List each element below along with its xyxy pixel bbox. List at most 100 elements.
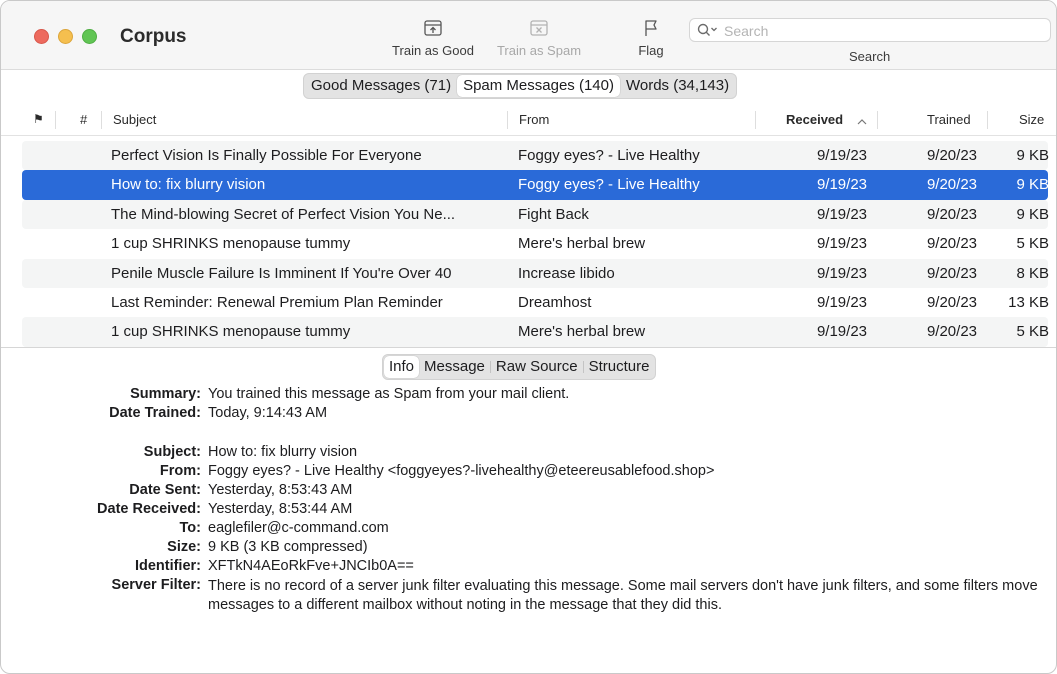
column-divider [101,111,102,129]
trained-column-header[interactable]: Trained [927,112,971,127]
date-trained-value: Today, 9:14:43 AM [208,405,328,421]
row-received: 9/19/23 [816,264,867,282]
row-size: 13 KB [1008,293,1049,311]
row-trained: 9/20/23 [926,235,977,253]
row-from: Dreamhost [518,293,592,311]
corpus-window: Corpus Train as Good Train as Spam Flag [0,0,1057,674]
row-trained: 9/20/23 [926,323,977,341]
minimize-window-button[interactable] [58,29,73,44]
table-row-selected[interactable]: How to: fix blurry vision Foggy eyes? - … [22,170,1049,200]
from-label: From: [159,463,201,479]
row-subject: Last Reminder: Renewal Premium Plan Remi… [111,293,443,311]
server-filter-label: Server Filter: [111,577,201,593]
train-as-good-button[interactable]: Train as Good [388,17,478,58]
date-received-value: Yesterday, 8:53:44 AM [208,501,353,517]
from-value: Foggy eyes? - Live Healthy <foggyeyes?-l… [208,463,715,479]
identifier-label: Identifier: [134,558,201,574]
summary-value: You trained this message as Spam from yo… [208,386,570,402]
message-list: Perfect Vision Is Finally Possible For E… [1,141,1056,347]
sort-ascending-icon [857,119,867,125]
size-value: 9 KB (3 KB compressed) [208,539,368,555]
column-divider [55,111,56,129]
row-trained: 9/20/23 [926,264,977,282]
row-received: 9/19/23 [816,293,867,311]
search-field[interactable] [689,18,1051,42]
column-divider [755,111,756,129]
row-from: Foggy eyes? - Live Healthy [518,147,700,164]
summary-label: Summary: [130,386,201,402]
row-size: 8 KB [1016,264,1049,282]
flag-label: Flag [638,43,664,58]
train-as-spam-button[interactable]: Train as Spam [493,17,585,58]
row-size: 5 KB [1016,235,1049,253]
identifier-value: XFTkN4AEoRkFve+JNCIb0A== [208,558,414,574]
size-label: Size: [167,539,201,555]
received-column-header[interactable]: Received [786,112,843,127]
tab-spam-messages[interactable]: Spam Messages (140) [457,75,620,97]
toolbar: Corpus Train as Good Train as Spam Flag [1,1,1056,70]
row-subject: Penile Muscle Failure Is Imminent If You… [111,264,452,282]
flag-button[interactable]: Flag [631,17,671,58]
row-from: Foggy eyes? - Live Healthy [518,176,700,194]
column-divider [987,111,988,129]
tray-up-icon [424,20,442,36]
date-received-label: Date Received: [97,501,201,517]
tab-good-messages[interactable]: Good Messages (71) [305,75,457,97]
row-subject: The Mind-blowing Secret of Perfect Visio… [111,205,456,223]
row-size: 9 KB [1016,205,1049,223]
from-column-header[interactable]: From [519,112,549,127]
table-row[interactable]: Penile Muscle Failure Is Imminent If You… [22,258,1049,288]
table-row[interactable]: Perfect Vision Is Finally Possible For E… [22,141,1049,171]
row-received: 9/19/23 [816,205,867,223]
column-divider [507,111,508,129]
tab-raw-source[interactable]: Raw Source [491,356,583,378]
row-trained: 9/20/23 [926,176,977,194]
tab-structure[interactable]: Structure [584,356,655,378]
tab-words[interactable]: Words (34,143) [620,75,735,97]
tray-x-icon [530,20,548,36]
server-filter-value: There is no record of a server junk filt… [208,578,1038,613]
search-label: Search [849,49,891,64]
search-icon [697,23,717,36]
row-size: 5 KB [1016,323,1049,341]
row-size: 9 KB [1016,176,1049,194]
size-column-header[interactable]: Size [1019,112,1044,127]
subject-label: Subject: [143,444,201,460]
row-received: 9/19/23 [816,176,867,194]
row-received: 9/19/23 [816,147,867,164]
row-from: Mere's herbal brew [518,323,646,341]
row-received: 9/19/23 [816,235,867,253]
split-view-divider[interactable] [1,347,1056,348]
window-title: Corpus [120,26,187,47]
column-divider [877,111,878,129]
to-label: To: [179,520,201,536]
number-column-header[interactable]: # [80,112,87,127]
subject-column-header[interactable]: Subject [113,112,156,127]
row-subject: How to: fix blurry vision [111,176,266,194]
row-trained: 9/20/23 [926,293,977,311]
date-trained-label: Date Trained: [109,405,201,421]
row-from: Mere's herbal brew [518,235,646,253]
row-from: Increase libido [518,264,615,282]
tab-message[interactable]: Message [419,356,490,378]
table-row[interactable]: 1 cup SHRINKS menopause tummy Mere's her… [22,317,1049,347]
table-row[interactable]: Last Reminder: Renewal Premium Plan Remi… [22,288,1049,317]
row-from: Fight Back [518,205,589,223]
flag-column-header[interactable]: ⚑ [33,112,44,126]
to-value: eaglefiler@c-command.com [208,520,389,536]
train-as-spam-label: Train as Spam [496,43,582,58]
date-sent-label: Date Sent: [129,482,201,498]
row-subject: 1 cup SHRINKS menopause tummy [111,323,351,341]
row-subject: Perfect Vision Is Finally Possible For E… [111,147,422,164]
corpus-tabs: Good Messages (71) Spam Messages (140) W… [303,73,738,99]
row-subject: 1 cup SHRINKS menopause tummy [111,235,351,253]
close-window-button[interactable] [34,29,49,44]
tab-info[interactable]: Info [384,356,420,378]
search-input[interactable] [722,21,1046,41]
table-row[interactable]: The Mind-blowing Secret of Perfect Visio… [22,199,1049,230]
zoom-window-button[interactable] [82,29,97,44]
table-row[interactable]: 1 cup SHRINKS menopause tummy Mere's her… [22,229,1049,258]
subject-value: How to: fix blurry vision [208,444,358,460]
table-header: ⚑ # Subject From Received Trained Size [1,105,1056,136]
train-as-good-label: Train as Good [392,43,474,58]
